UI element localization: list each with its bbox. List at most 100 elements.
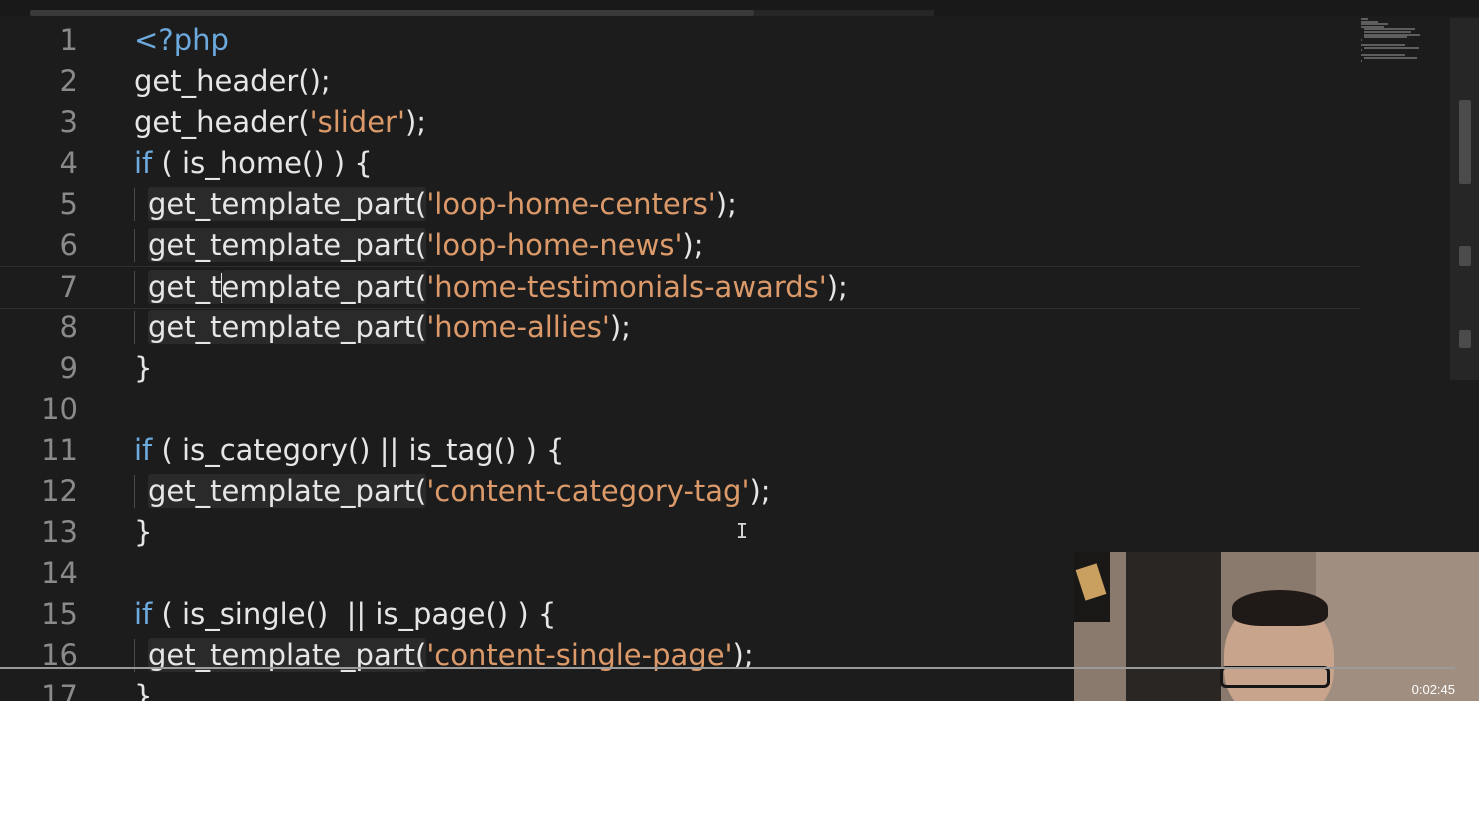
webcam-curtain [1316,552,1479,701]
line-number: 5 [59,187,78,221]
keyword-token: if [134,597,153,631]
code-line[interactable]: 2 get_header(); [0,61,1360,102]
line-number: 14 [41,556,78,590]
line-number: 16 [41,638,78,672]
code-text: get_template_part('content-single-page')… [148,635,754,676]
minimap[interactable] [1358,18,1420,64]
code-token: get_template_part( [148,228,427,262]
indent-guide [134,229,135,262]
code-text: } [134,512,152,553]
line-number: 11 [41,433,78,467]
line-number: 9 [59,351,78,385]
video-progress-bar[interactable] [0,667,1455,669]
vertical-scrollbar[interactable] [1450,18,1479,380]
code-token: get_t [148,270,222,304]
code-token: ( is_home() ) { [152,146,373,180]
code-token: ( is_category() || is_tag() ) { [152,433,565,467]
presenter-glasses [1220,666,1330,688]
minimap-line [1364,57,1418,59]
video-frame[interactable]: 1 <?php 2 get_header(); 3 get_header('slider'… [0,0,1479,701]
code-line[interactable]: 10 [0,389,1360,430]
code-text: get_header('slider'); [134,102,426,143]
horizontal-scrollbar[interactable] [0,0,1479,16]
scroll-marker [1459,330,1471,348]
code-token: get_template_part( [148,310,427,344]
code-line[interactable]: 6 get_template_part('loop-home-news'); [0,225,1360,266]
code-line[interactable]: 3 get_header('slider'); [0,102,1360,143]
vertical-scroll-thumb[interactable] [1459,100,1471,184]
code-token: emplate_part( [221,270,427,304]
line-number: 3 [59,105,78,139]
i-beam-cursor-icon: I [735,519,749,543]
code-line[interactable]: 12 get_template_part('content-category-ta… [0,471,1360,512]
code-token: ( is_single() || is_page() ) { [152,597,557,631]
code-text: get_template_part('content-category-tag'… [148,471,771,512]
code-token: ); [749,474,771,508]
horizontal-scroll-thumb[interactable] [30,10,754,16]
line-number: 6 [59,228,78,262]
keyword-token: <?php [134,23,229,57]
minimap-line [1364,36,1407,39]
line-number: 1 [59,23,78,57]
minimap-line [1361,59,1363,62]
scroll-marker [1459,246,1471,266]
code-line[interactable]: 9} [0,348,1360,389]
code-line[interactable]: 7 get_template_part('home-testimonials-aw… [0,266,1360,309]
string-token: 'loop-home-centers' [426,187,716,221]
code-line[interactable]: 13} [0,512,1360,553]
line-number: 8 [59,310,78,344]
minimap-line [1361,49,1363,52]
code-text: get_header(); [134,61,331,102]
line-number: 12 [41,474,78,508]
code-line[interactable]: 4 if ( is_home() ) { [0,143,1360,184]
code-text: } [134,676,152,701]
code-token: ); [682,228,704,262]
code-token: } [134,679,153,701]
line-number: 7 [59,270,78,304]
webcam-picture-frame [1074,552,1110,622]
code-text: if ( is_home() ) { [134,143,373,184]
string-token: 'slider' [309,105,405,139]
code-line[interactable]: 5 get_template_part('loop-home-centers'); [0,184,1360,225]
code-text: get_template_part('loop-home-news'); [148,225,704,266]
code-text: } [134,348,152,389]
video-timestamp: 0:02:45 [1411,682,1455,697]
code-text: get_template_part('loop-home-centers'); [148,184,737,225]
presenter-hair [1232,590,1328,626]
indent-guide [134,475,135,508]
code-token: get_header(); [134,64,331,98]
string-token: 'content-category-tag' [426,474,750,508]
indent-guide [134,188,135,221]
code-text: if ( is_single() || is_page() ) { [134,594,556,635]
code-token: } [134,351,153,385]
line-number: 17 [41,679,78,701]
code-line[interactable]: 1 <?php [0,20,1360,61]
line-number: 2 [59,64,78,98]
code-text: <?php [134,20,229,61]
webcam-door [1126,552,1221,701]
keyword-token: if [134,146,153,180]
string-token: 'loop-home-news' [426,228,683,262]
code-line[interactable]: 11 if ( is_category() || is_tag() ) { [0,430,1360,471]
horizontal-scroll-track [754,10,934,16]
code-token: ); [404,105,427,139]
code-token: } [134,515,153,549]
code-token: ); [826,270,848,304]
line-number: 15 [41,597,78,631]
code-text: if ( is_category() || is_tag() ) { [134,430,565,471]
string-token: 'home-allies' [426,310,610,344]
code-token: get_template_part( [148,474,427,508]
code-token: get_header( [134,105,310,139]
code-token: ); [715,187,737,221]
minimap-line [1364,46,1419,49]
code-line[interactable]: 8 get_template_part('home-allies'); [0,307,1360,348]
code-token: ); [609,310,631,344]
line-number: 13 [41,515,78,549]
keyword-token: if [134,433,153,467]
code-token: get_template_part( [148,187,427,221]
indent-guide [134,271,135,304]
webcam-overlay [1074,552,1479,701]
minimap-line [1361,38,1363,41]
code-text: get_template_part('home-allies'); [148,307,631,348]
indent-guide [134,311,135,344]
